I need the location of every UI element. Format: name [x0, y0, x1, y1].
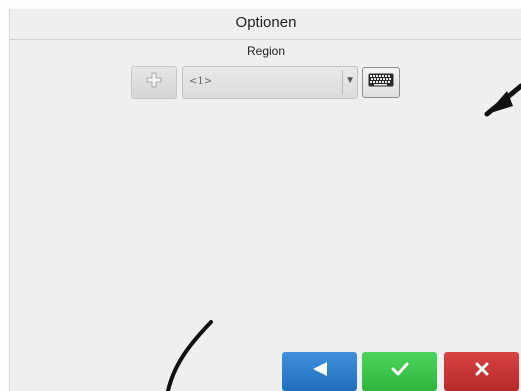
annotation-drawing [166, 83, 521, 391]
annotation-curve [166, 320, 213, 391]
